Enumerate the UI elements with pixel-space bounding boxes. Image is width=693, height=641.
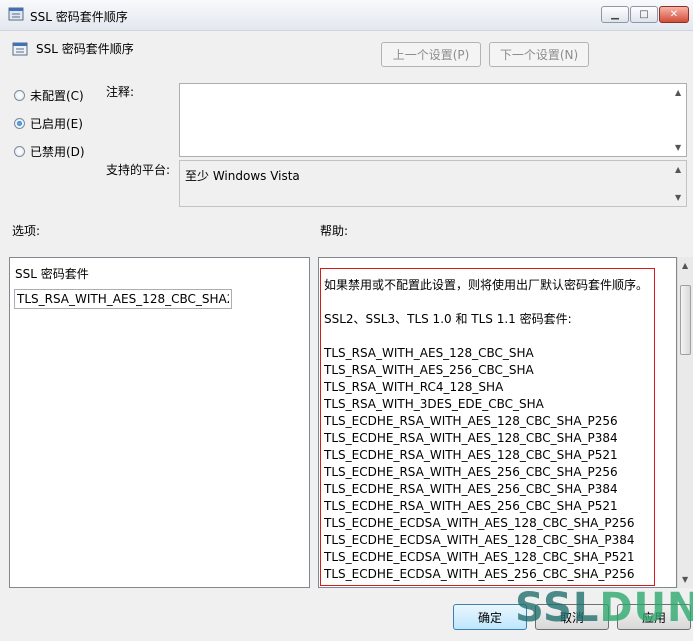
suite-item: TLS_ECDHE_ECDSA_WITH_AES_128_CBC_SHA_P25…: [324, 516, 635, 530]
suite-item: TLS_RSA_WITH_AES_256_CBC_SHA: [324, 363, 534, 377]
radio-disabled[interactable]: 已禁用(D): [14, 143, 85, 160]
platform-field: 至少 Windows Vista ▲ ▼: [179, 160, 687, 207]
policy-icon: [8, 7, 24, 21]
title-bar: SSL 密码套件顺序 ▁ □ ✕: [0, 0, 693, 31]
suite-item: TLS_ECDHE_ECDSA_WITH_AES_128_CBC_SHA_P38…: [324, 533, 635, 547]
platform-value: 至少 Windows Vista: [185, 169, 300, 183]
radio-label: 已禁用(D): [30, 145, 85, 159]
close-button[interactable]: ✕: [659, 6, 689, 23]
radio-circle[interactable]: [14, 118, 25, 129]
previous-setting-button[interactable]: 上一个设置(P): [381, 42, 481, 67]
suite-item: TLS_RSA_WITH_RC4_128_SHA: [324, 380, 504, 394]
radio-enabled[interactable]: 已启用(E): [14, 115, 83, 132]
scroll-up-icon[interactable]: ▲: [682, 261, 688, 270]
help-suites-heading: SSL2、SSL3、TLS 1.0 和 TLS 1.1 密码套件:: [324, 312, 572, 326]
cipher-suite-input[interactable]: [14, 289, 232, 309]
setting-title: SSL 密码套件顺序: [36, 42, 134, 56]
scroll-up-icon[interactable]: ▲: [675, 165, 681, 174]
next-setting-button[interactable]: 下一个设置(N): [489, 42, 589, 67]
suite-item: TLS_RSA_WITH_3DES_EDE_CBC_SHA: [324, 397, 544, 411]
comment-textarea[interactable]: ▲ ▼: [179, 83, 687, 157]
scroll-down-icon[interactable]: ▼: [682, 575, 688, 584]
watermark-logo: SSL DUN: [515, 585, 693, 631]
radio-label: 未配置(C): [30, 89, 84, 103]
scroll-down-icon[interactable]: ▼: [675, 143, 681, 152]
help-text: 如果禁用或不配置此设置，则将使用出厂默认密码套件顺序。 SSL2、SSL3、TL…: [320, 268, 655, 586]
suite-item: TLS_ECDHE_ECDSA_WITH_AES_256_CBC_SHA_P25…: [324, 567, 635, 581]
platform-label: 支持的平台:: [106, 163, 171, 177]
options-heading: 选项:: [12, 224, 41, 238]
policy-icon: [12, 42, 28, 56]
help-scrollbar[interactable]: ▲ ▼: [677, 257, 693, 588]
comment-label: 注释:: [106, 85, 135, 99]
comment-scrollbar[interactable]: ▲ ▼: [672, 84, 686, 156]
minimize-button[interactable]: ▁: [601, 6, 629, 23]
scroll-thumb[interactable]: [680, 285, 691, 355]
suite-item: TLS_ECDHE_RSA_WITH_AES_256_CBC_SHA_P521: [324, 499, 618, 513]
scroll-down-icon[interactable]: ▼: [675, 193, 681, 202]
help-panel: 如果禁用或不配置此设置，则将使用出厂默认密码套件顺序。 SSL2、SSL3、TL…: [318, 257, 677, 588]
help-intro: 如果禁用或不配置此设置，则将使用出厂默认密码套件顺序。: [324, 278, 649, 292]
window-title: SSL 密码套件顺序: [30, 10, 128, 24]
suite-item: TLS_ECDHE_RSA_WITH_AES_128_CBC_SHA_P384: [324, 431, 618, 445]
suite-label: SSL 密码套件: [15, 267, 89, 281]
radio-label: 已启用(E): [30, 117, 83, 131]
suite-item: TLS_ECDHE_ECDSA_WITH_AES_128_CBC_SHA_P52…: [324, 550, 635, 564]
help-heading: 帮助:: [320, 224, 349, 238]
radio-circle[interactable]: [14, 146, 25, 157]
maximize-button[interactable]: □: [630, 6, 658, 23]
suite-item: TLS_ECDHE_RSA_WITH_AES_256_CBC_SHA_P384: [324, 482, 618, 496]
suite-item: TLS_ECDHE_RSA_WITH_AES_128_CBC_SHA_P256: [324, 414, 618, 428]
watermark-dun: DUN: [599, 585, 693, 631]
radio-circle[interactable]: [14, 90, 25, 101]
options-panel: SSL 密码套件: [9, 257, 310, 588]
suite-item: TLS_ECDHE_RSA_WITH_AES_256_CBC_SHA_P256: [324, 465, 618, 479]
radio-not-configured[interactable]: 未配置(C): [14, 87, 84, 104]
scroll-up-icon[interactable]: ▲: [675, 88, 681, 97]
suite-item: TLS_RSA_WITH_AES_128_CBC_SHA: [324, 346, 534, 360]
platform-scrollbar[interactable]: ▲ ▼: [672, 161, 686, 206]
watermark-ssl: SSL: [515, 585, 600, 631]
suite-item: TLS_ECDHE_RSA_WITH_AES_128_CBC_SHA_P521: [324, 448, 618, 462]
